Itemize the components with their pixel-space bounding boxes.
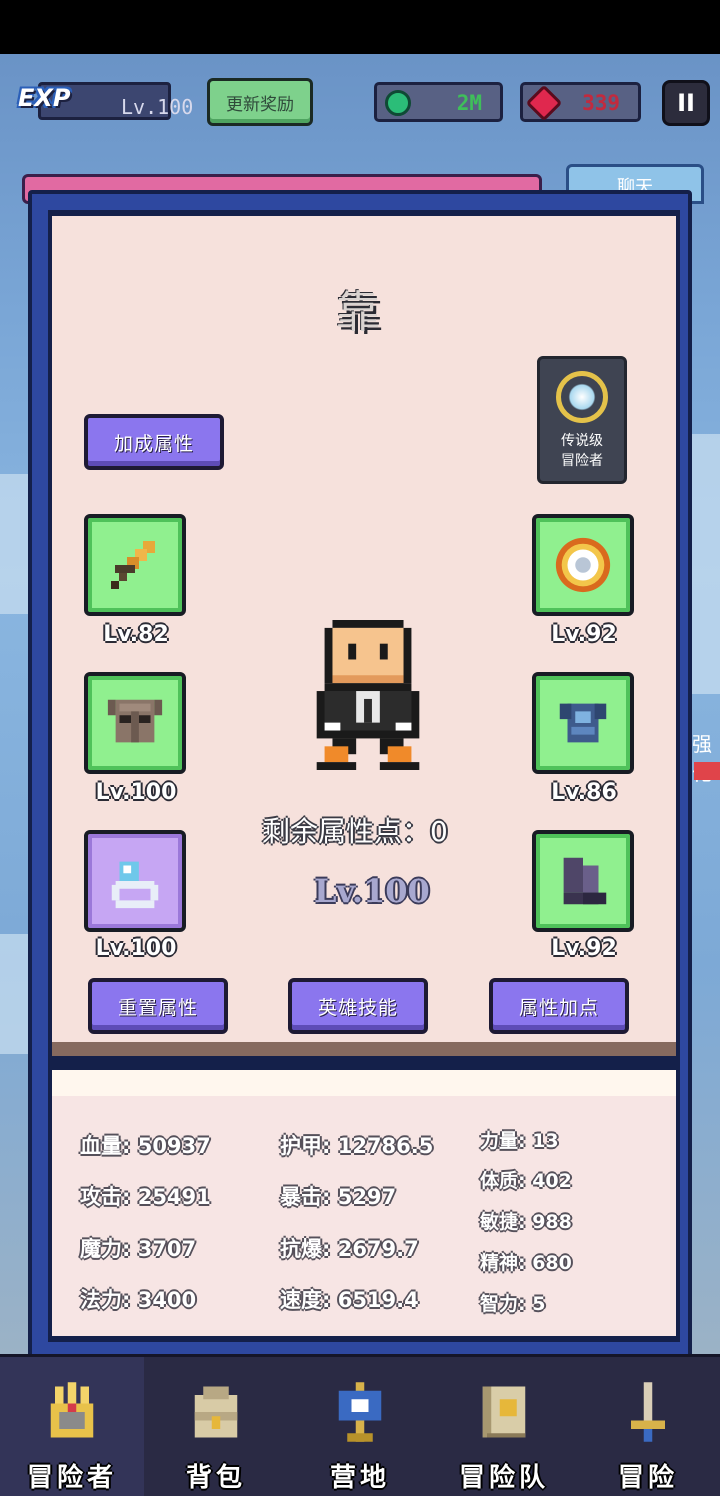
stat-magic: 魔力: 3707 — [80, 1237, 197, 1261]
reset-attributes-button[interactable]: 重置属性 — [88, 978, 228, 1034]
boots-slot[interactable] — [532, 830, 634, 932]
stat-speed: 速度: 6519.4 — [280, 1288, 419, 1312]
nav-backpack[interactable]: 背包 — [144, 1357, 288, 1496]
stat-agility: 敏捷: 988 — [480, 1211, 572, 1233]
stat-strength: 力量: 13 — [480, 1130, 559, 1152]
backpack-icon — [181, 1377, 251, 1447]
exp-icon: EXP — [18, 84, 71, 112]
hero-name-glyph: 靠 — [336, 287, 380, 338]
legend-line-1: 传说级 — [561, 433, 603, 449]
book-icon — [469, 1377, 539, 1447]
top-bar: Lv.100 EXP 更新奖励 2M 339 II — [0, 78, 720, 128]
nav-camp[interactable]: 营地 — [288, 1357, 432, 1496]
weapon-slot[interactable] — [84, 514, 186, 616]
emerald-icon — [385, 90, 411, 116]
boots-icon — [563, 857, 607, 905]
nav-label: 冒险者 — [26, 1463, 117, 1493]
ruby-counter[interactable]: 339 — [520, 82, 641, 122]
armor-slot[interactable] — [532, 672, 634, 774]
stat-crit: 暴击: 5297 — [280, 1185, 397, 1209]
helmet-slot[interactable] — [84, 672, 186, 774]
ruby-count: 339 — [582, 91, 620, 115]
shield-slot[interactable] — [532, 514, 634, 616]
legendary-adventurer-badge[interactable]: 传说级 冒险者 — [537, 356, 627, 484]
allocate-points-button[interactable]: 属性加点 — [489, 978, 629, 1034]
stat-crit-resist: 抗爆: 2679.7 — [280, 1237, 419, 1261]
stat-constitution: 体质: 402 — [480, 1170, 572, 1192]
helmet-icon — [107, 699, 163, 743]
stat-intellect: 智力: 5 — [480, 1293, 546, 1315]
nav-adventure[interactable]: 冒险 — [576, 1357, 720, 1496]
remaining-attribute-points: 剩余属性点：0 — [262, 815, 448, 848]
stat-hp: 血量: 50937 — [80, 1134, 211, 1158]
armor-level: Lv.86 — [551, 780, 617, 805]
ring-level: Lv.100 — [95, 936, 177, 961]
nav-label: 冒险 — [617, 1463, 678, 1493]
shield-icon — [555, 537, 611, 593]
gem-count: 2M — [456, 91, 482, 115]
hero-skills-button[interactable]: 英雄技能 — [288, 978, 428, 1034]
camp-banner-icon — [325, 1377, 395, 1447]
ruby-icon — [525, 84, 563, 122]
bottom-navigation: 冒险者 背包 营地 冒险队 冒险 — [0, 1354, 720, 1496]
sword-upright-icon — [613, 1377, 683, 1447]
hero-sprite — [316, 620, 420, 770]
sword-icon — [111, 541, 155, 589]
legend-line-2: 冒险者 — [561, 453, 603, 469]
hero-level: Lv.100 — [314, 872, 430, 910]
bonus-attributes-button[interactable]: 加成属性 — [84, 414, 224, 470]
weapon-level: Lv.82 — [103, 622, 169, 647]
stat-attack: 攻击: 25491 — [80, 1185, 211, 1209]
legendary-emblem-icon — [556, 371, 608, 423]
enhance-bar — [694, 762, 720, 780]
ring-slot[interactable] — [84, 830, 186, 932]
nav-label: 背包 — [185, 1463, 246, 1493]
nav-adventurer[interactable]: 冒险者 — [0, 1357, 144, 1496]
stat-spirit: 精神: 680 — [480, 1252, 572, 1274]
helmet-level: Lv.100 — [95, 780, 177, 805]
helmet-crown-icon — [37, 1377, 107, 1447]
update-reward-button[interactable]: 更新奖励 — [207, 78, 313, 126]
boots-level: Lv.92 — [551, 936, 617, 961]
armor-icon — [559, 703, 607, 743]
status-bar — [0, 0, 720, 54]
nav-label: 冒险队 — [458, 1463, 549, 1493]
shield-level: Lv.92 — [551, 622, 617, 647]
ring-icon — [111, 861, 159, 909]
nav-team[interactable]: 冒险队 — [432, 1357, 576, 1496]
stat-armor: 护甲: 12786.5 — [280, 1134, 434, 1158]
player-level: Lv.100 — [121, 95, 194, 119]
gem-counter[interactable]: 2M — [374, 82, 503, 122]
nav-label: 营地 — [329, 1463, 390, 1493]
stat-mana: 法力: 3400 — [80, 1288, 197, 1312]
pause-button[interactable]: II — [662, 80, 710, 126]
